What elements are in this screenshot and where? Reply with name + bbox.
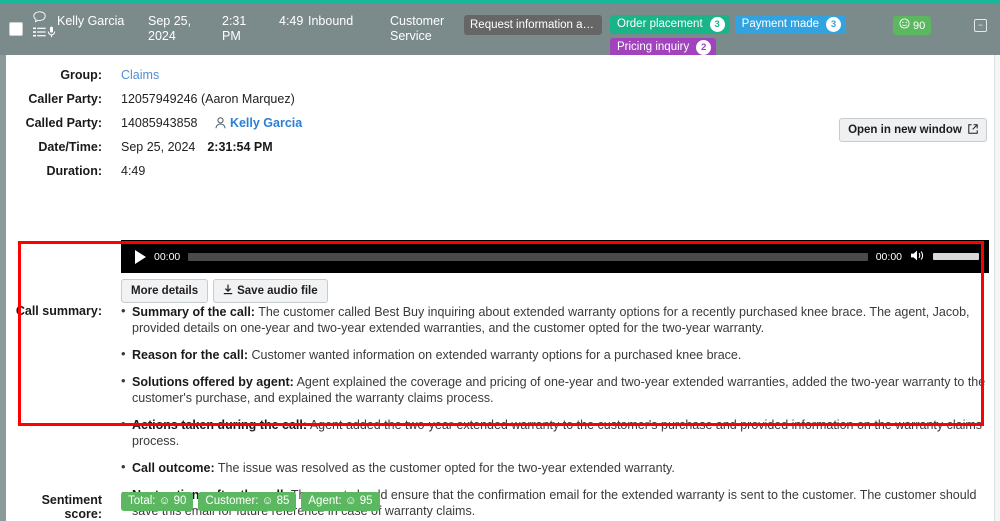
call-summary-item: Actions taken during the call: Agent add… — [121, 416, 987, 449]
called-party-value: 14085943858 Kelly Garcia — [121, 115, 302, 131]
group-value-link[interactable]: Claims — [121, 67, 159, 83]
audio-actions: More details Save audio file — [121, 279, 328, 303]
speaker-icon[interactable] — [910, 249, 925, 264]
download-icon — [223, 284, 233, 298]
group-label: Group: — [60, 68, 102, 82]
header-time: 2:31 PM — [222, 14, 247, 43]
open-in-new-window-button[interactable]: Open in new window — [839, 118, 987, 142]
summary-item-title: Call outcome: — [132, 461, 215, 475]
microphone-icon[interactable] — [47, 26, 56, 40]
call-summary-item: Call outcome: The issue was resolved as … — [121, 459, 987, 476]
more-details-label: More details — [131, 285, 199, 297]
call-detail-body: Group: Claims Caller Party: 12057949246 … — [0, 55, 1000, 521]
call-summary-item: Reason for the call: Customer wanted inf… — [121, 346, 987, 363]
datetime-value: Sep 25, 2024 2:31:54 PM — [121, 139, 273, 155]
datetime-date: Sep 25, 2024 — [121, 140, 196, 154]
call-row-header[interactable]: Kelly Garcia Sep 25, 2024 2:31 PM 4:49 I… — [0, 3, 1000, 57]
header-topic-chip[interactable]: Order placement 3 — [610, 15, 730, 34]
summary-item-title: Reason for the call: — [132, 348, 248, 362]
vertical-scrollbar[interactable] — [994, 55, 1000, 521]
user-icon — [215, 116, 229, 130]
audio-progress-track[interactable] — [188, 252, 868, 261]
header-sentiment-value: 90 — [913, 19, 926, 32]
duration-value: 4:49 — [121, 164, 146, 178]
call-summary-list: Summary of the call: The customer called… — [121, 303, 987, 521]
datetime-label: Date/Time: — [38, 140, 102, 154]
sentiment-score-label: Sentiment score: — [41, 493, 102, 521]
audio-player[interactable]: 00:00 00:00 — [121, 240, 989, 273]
open-in-new-window-label: Open in new window — [848, 124, 962, 136]
datetime-time: 2:31:54 PM — [207, 140, 273, 154]
topic-count: 2 — [696, 40, 712, 55]
play-icon[interactable] — [135, 249, 146, 264]
header-date: Sep 25, 2024 — [148, 14, 192, 43]
called-party-number: 14085943858 — [121, 116, 198, 130]
called-party-agent-link[interactable]: Kelly Garcia — [230, 116, 302, 130]
row-icon-subgroup — [33, 26, 59, 40]
more-details-button[interactable]: More details — [121, 279, 209, 303]
topic-label: Pricing inquiry — [617, 41, 690, 53]
topic-count: 3 — [826, 17, 842, 32]
header-topic-chip[interactable]: Payment made 3 — [734, 15, 847, 34]
summary-item-text: Customer wanted information on extended … — [248, 348, 742, 362]
summary-item-text: The issue was resolved as the customer o… — [214, 461, 675, 475]
sentiment-chip-total: Total: ☺ 90 — [121, 492, 194, 511]
summary-item-title: Summary of the call: — [132, 305, 255, 319]
sentiment-score-chips: Total: ☺ 90 Customer: ☺ 85 Agent: ☺ 95 — [121, 492, 380, 511]
sentiment-chip-agent: Agent: ☺ 95 — [301, 492, 380, 511]
audio-volume-slider[interactable] — [933, 253, 979, 260]
header-sentiment-badge: 90 — [893, 16, 932, 35]
row-select-checkbox[interactable] — [9, 22, 23, 36]
header-call-reason[interactable]: Request information abou... — [464, 15, 602, 35]
save-audio-file-button[interactable]: Save audio file — [213, 279, 328, 303]
header-direction: Inbound — [308, 14, 354, 28]
call-summary-item: Solutions offered by agent: Agent explai… — [121, 373, 987, 406]
call-summary-label: Call summary: — [15, 304, 102, 318]
audio-total-time: 00:00 — [875, 250, 902, 263]
header-topic-chips: Order placement 3 Payment made 3 Pricing… — [610, 15, 880, 57]
duration-label: Duration: — [46, 164, 102, 178]
summary-item-text: The customer called Best Buy inquiring a… — [132, 305, 970, 335]
external-link-icon — [968, 124, 978, 136]
summary-item-title: Solutions offered by agent: — [132, 375, 294, 389]
topic-label: Order placement — [617, 18, 703, 30]
called-party-label: Called Party: — [25, 116, 102, 130]
header-queue: Customer Service — [390, 14, 445, 43]
topic-label: Payment made — [741, 18, 820, 30]
transcript-list-icon[interactable] — [33, 27, 46, 40]
smiley-icon — [899, 18, 910, 33]
call-summary-item: Summary of the call: The customer called… — [121, 303, 987, 336]
summary-item-title: Actions taken during the call: — [132, 418, 308, 432]
call-detail-view: Kelly Garcia Sep 25, 2024 2:31 PM 4:49 I… — [0, 0, 1000, 521]
sentiment-chip-customer: Customer: ☺ 85 — [198, 492, 297, 511]
header-agent-name: Kelly Garcia — [57, 14, 125, 28]
audio-current-time: 00:00 — [154, 250, 181, 263]
topic-count: 3 — [709, 17, 725, 32]
caller-party-label: Caller Party: — [28, 92, 102, 106]
chat-bubble-icon[interactable] — [33, 11, 59, 25]
row-icon-group — [33, 11, 59, 40]
caller-party-value: 12057949246 (Aaron Marquez) — [121, 92, 295, 106]
collapse-icon[interactable]: − — [974, 19, 987, 32]
save-audio-file-label: Save audio file — [237, 285, 318, 297]
